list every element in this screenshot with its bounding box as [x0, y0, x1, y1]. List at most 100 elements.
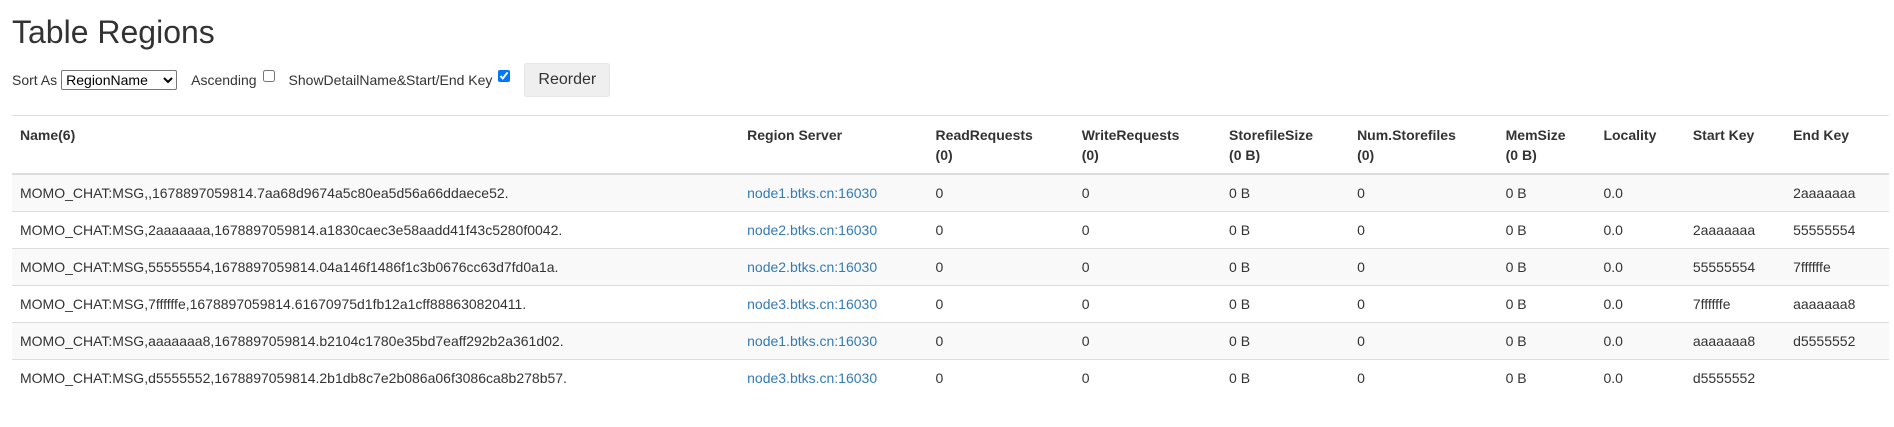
- column-header-total: (0): [1357, 147, 1375, 163]
- sort-controls: Sort As RegionName Ascending ShowDetailN…: [12, 61, 1882, 99]
- ascending-label: Ascending: [191, 72, 257, 88]
- sort-as-select[interactable]: RegionName: [61, 70, 178, 90]
- table-row: MOMO_CHAT:MSG,7ffffffe,1678897059814.616…: [12, 285, 1889, 323]
- locality-cell: 0.0: [1595, 322, 1685, 360]
- memsize-cell: 0 B: [1497, 173, 1596, 212]
- region-server-cell: node3.btks.cn:16030: [739, 285, 928, 323]
- locality-cell: 0.0: [1595, 285, 1685, 323]
- column-header-label: Name(6): [20, 127, 76, 143]
- start-key-cell: 7ffffffe: [1684, 285, 1786, 323]
- storefile-size-cell: 0 B: [1221, 173, 1350, 212]
- start-key-cell: 55555554: [1684, 248, 1786, 286]
- memsize-cell: 0 B: [1497, 211, 1596, 249]
- region-server-link[interactable]: node1.btks.cn:16030: [747, 185, 877, 201]
- column-header[interactable]: End Key: [1785, 116, 1889, 175]
- start-key-cell: d5555552: [1684, 359, 1786, 396]
- region-server-cell: node2.btks.cn:16030: [739, 248, 928, 286]
- write-requests-cell: 0: [1073, 285, 1222, 323]
- show-detail-checkbox[interactable]: [498, 70, 511, 82]
- column-header-label: Start Key: [1692, 127, 1755, 143]
- column-header-total: (0 B): [1229, 147, 1261, 163]
- column-header-total: (0 B): [1505, 147, 1537, 163]
- num-storefiles-cell: 0: [1349, 211, 1498, 249]
- column-header[interactable]: Start Key: [1685, 116, 1785, 175]
- start-key-cell: 2aaaaaaa: [1684, 211, 1786, 249]
- locality-cell: 0.0: [1595, 248, 1685, 286]
- storefile-size-cell: 0 B: [1221, 322, 1350, 360]
- region-name-cell: MOMO_CHAT:MSG,55555554,1678897059814.04a…: [12, 248, 740, 286]
- end-key-cell: [1785, 359, 1889, 396]
- num-storefiles-cell: 0: [1349, 285, 1498, 323]
- column-header-total: (0): [935, 147, 953, 163]
- num-storefiles-cell: 0: [1349, 173, 1498, 212]
- column-header[interactable]: Locality: [1595, 116, 1684, 175]
- region-server-link[interactable]: node2.btks.cn:16030: [747, 222, 877, 238]
- region-server-link[interactable]: node3.btks.cn:16030: [747, 370, 877, 386]
- num-storefiles-cell: 0: [1349, 248, 1498, 286]
- locality-cell: 0.0: [1595, 359, 1685, 396]
- end-key-cell: 7ffffffe: [1785, 248, 1889, 286]
- start-key-cell: aaaaaaa8: [1684, 322, 1786, 360]
- write-requests-cell: 0: [1073, 173, 1222, 212]
- memsize-cell: 0 B: [1497, 359, 1596, 396]
- column-header-label: MemSize: [1505, 127, 1566, 143]
- locality-cell: 0.0: [1595, 211, 1685, 249]
- region-server-cell: node2.btks.cn:16030: [739, 211, 928, 249]
- storefile-size-cell: 0 B: [1221, 211, 1350, 249]
- column-header-total: (0): [1081, 147, 1099, 163]
- table-row: MOMO_CHAT:MSG,,1678897059814.7aa68d9674a…: [12, 173, 1889, 212]
- num-storefiles-cell: 0: [1349, 359, 1498, 396]
- table-body: MOMO_CHAT:MSG,,1678897059814.7aa68d9674a…: [12, 173, 1889, 396]
- column-header[interactable]: MemSize (0 B): [1498, 116, 1596, 175]
- show-detail-label: ShowDetailName&Start/End Key: [288, 72, 493, 88]
- num-storefiles-cell: 0: [1349, 322, 1498, 360]
- page-container: Table Regions Sort As RegionName Ascendi…: [0, 14, 1894, 396]
- column-header-label: StorefileSize: [1229, 127, 1314, 143]
- column-header[interactable]: Name(6): [12, 116, 739, 175]
- end-key-cell: d5555552: [1785, 322, 1889, 360]
- region-name-cell: MOMO_CHAT:MSG,2aaaaaaa,1678897059814.a18…: [12, 211, 740, 249]
- region-server-cell: node3.btks.cn:16030: [739, 359, 928, 396]
- reorder-button[interactable]: Reorder: [524, 63, 611, 97]
- column-header[interactable]: Region Server: [739, 116, 927, 175]
- region-server-link[interactable]: node2.btks.cn:16030: [747, 259, 877, 275]
- end-key-cell: 2aaaaaaa: [1785, 173, 1889, 212]
- write-requests-cell: 0: [1073, 248, 1222, 286]
- storefile-size-cell: 0 B: [1221, 248, 1350, 286]
- table-row: MOMO_CHAT:MSG,aaaaaaa8,1678897059814.b21…: [12, 322, 1889, 360]
- start-key-cell: [1684, 173, 1786, 212]
- write-requests-cell: 0: [1073, 359, 1222, 396]
- region-name-cell: MOMO_CHAT:MSG,,1678897059814.7aa68d9674a…: [12, 173, 740, 212]
- ascending-checkbox[interactable]: [262, 70, 275, 82]
- column-header-label: Num.Storefiles: [1357, 127, 1456, 143]
- table-row: MOMO_CHAT:MSG,2aaaaaaa,1678897059814.a18…: [12, 211, 1889, 249]
- memsize-cell: 0 B: [1497, 285, 1596, 323]
- region-name-cell: MOMO_CHAT:MSG,d5555552,1678897059814.2b1…: [12, 359, 740, 396]
- region-server-link[interactable]: node3.btks.cn:16030: [747, 296, 877, 312]
- column-header-label: Region Server: [747, 127, 843, 143]
- region-server-cell: node1.btks.cn:16030: [739, 322, 928, 360]
- read-requests-cell: 0: [927, 173, 1074, 212]
- region-name-cell: MOMO_CHAT:MSG,7ffffffe,1678897059814.616…: [12, 285, 740, 323]
- column-header-label: ReadRequests: [935, 127, 1033, 143]
- page-title: Table Regions: [12, 14, 215, 50]
- column-header[interactable]: ReadRequests (0): [928, 116, 1074, 175]
- sort-as-label: Sort As: [12, 72, 58, 88]
- write-requests-cell: 0: [1073, 322, 1222, 360]
- regions-table: Name(6) Region Server ReadRequests (0) Write…: [12, 115, 1889, 396]
- table-row: MOMO_CHAT:MSG,55555554,1678897059814.04a…: [12, 248, 1889, 286]
- region-server-link[interactable]: node1.btks.cn:16030: [747, 333, 877, 349]
- memsize-cell: 0 B: [1497, 322, 1596, 360]
- read-requests-cell: 0: [927, 322, 1074, 360]
- read-requests-cell: 0: [927, 285, 1074, 323]
- column-header[interactable]: Num.Storefiles (0): [1349, 116, 1498, 175]
- memsize-cell: 0 B: [1497, 248, 1596, 286]
- column-header[interactable]: StorefileSize (0 B): [1221, 116, 1349, 175]
- column-header-label: End Key: [1793, 127, 1850, 143]
- column-header-label: Locality: [1603, 127, 1657, 143]
- region-name-cell: MOMO_CHAT:MSG,aaaaaaa8,1678897059814.b21…: [12, 322, 740, 360]
- column-header[interactable]: WriteRequests (0): [1074, 116, 1221, 175]
- read-requests-cell: 0: [927, 359, 1074, 396]
- table-header-row: Name(6) Region Server ReadRequests (0) Write…: [12, 115, 1889, 175]
- write-requests-cell: 0: [1073, 211, 1222, 249]
